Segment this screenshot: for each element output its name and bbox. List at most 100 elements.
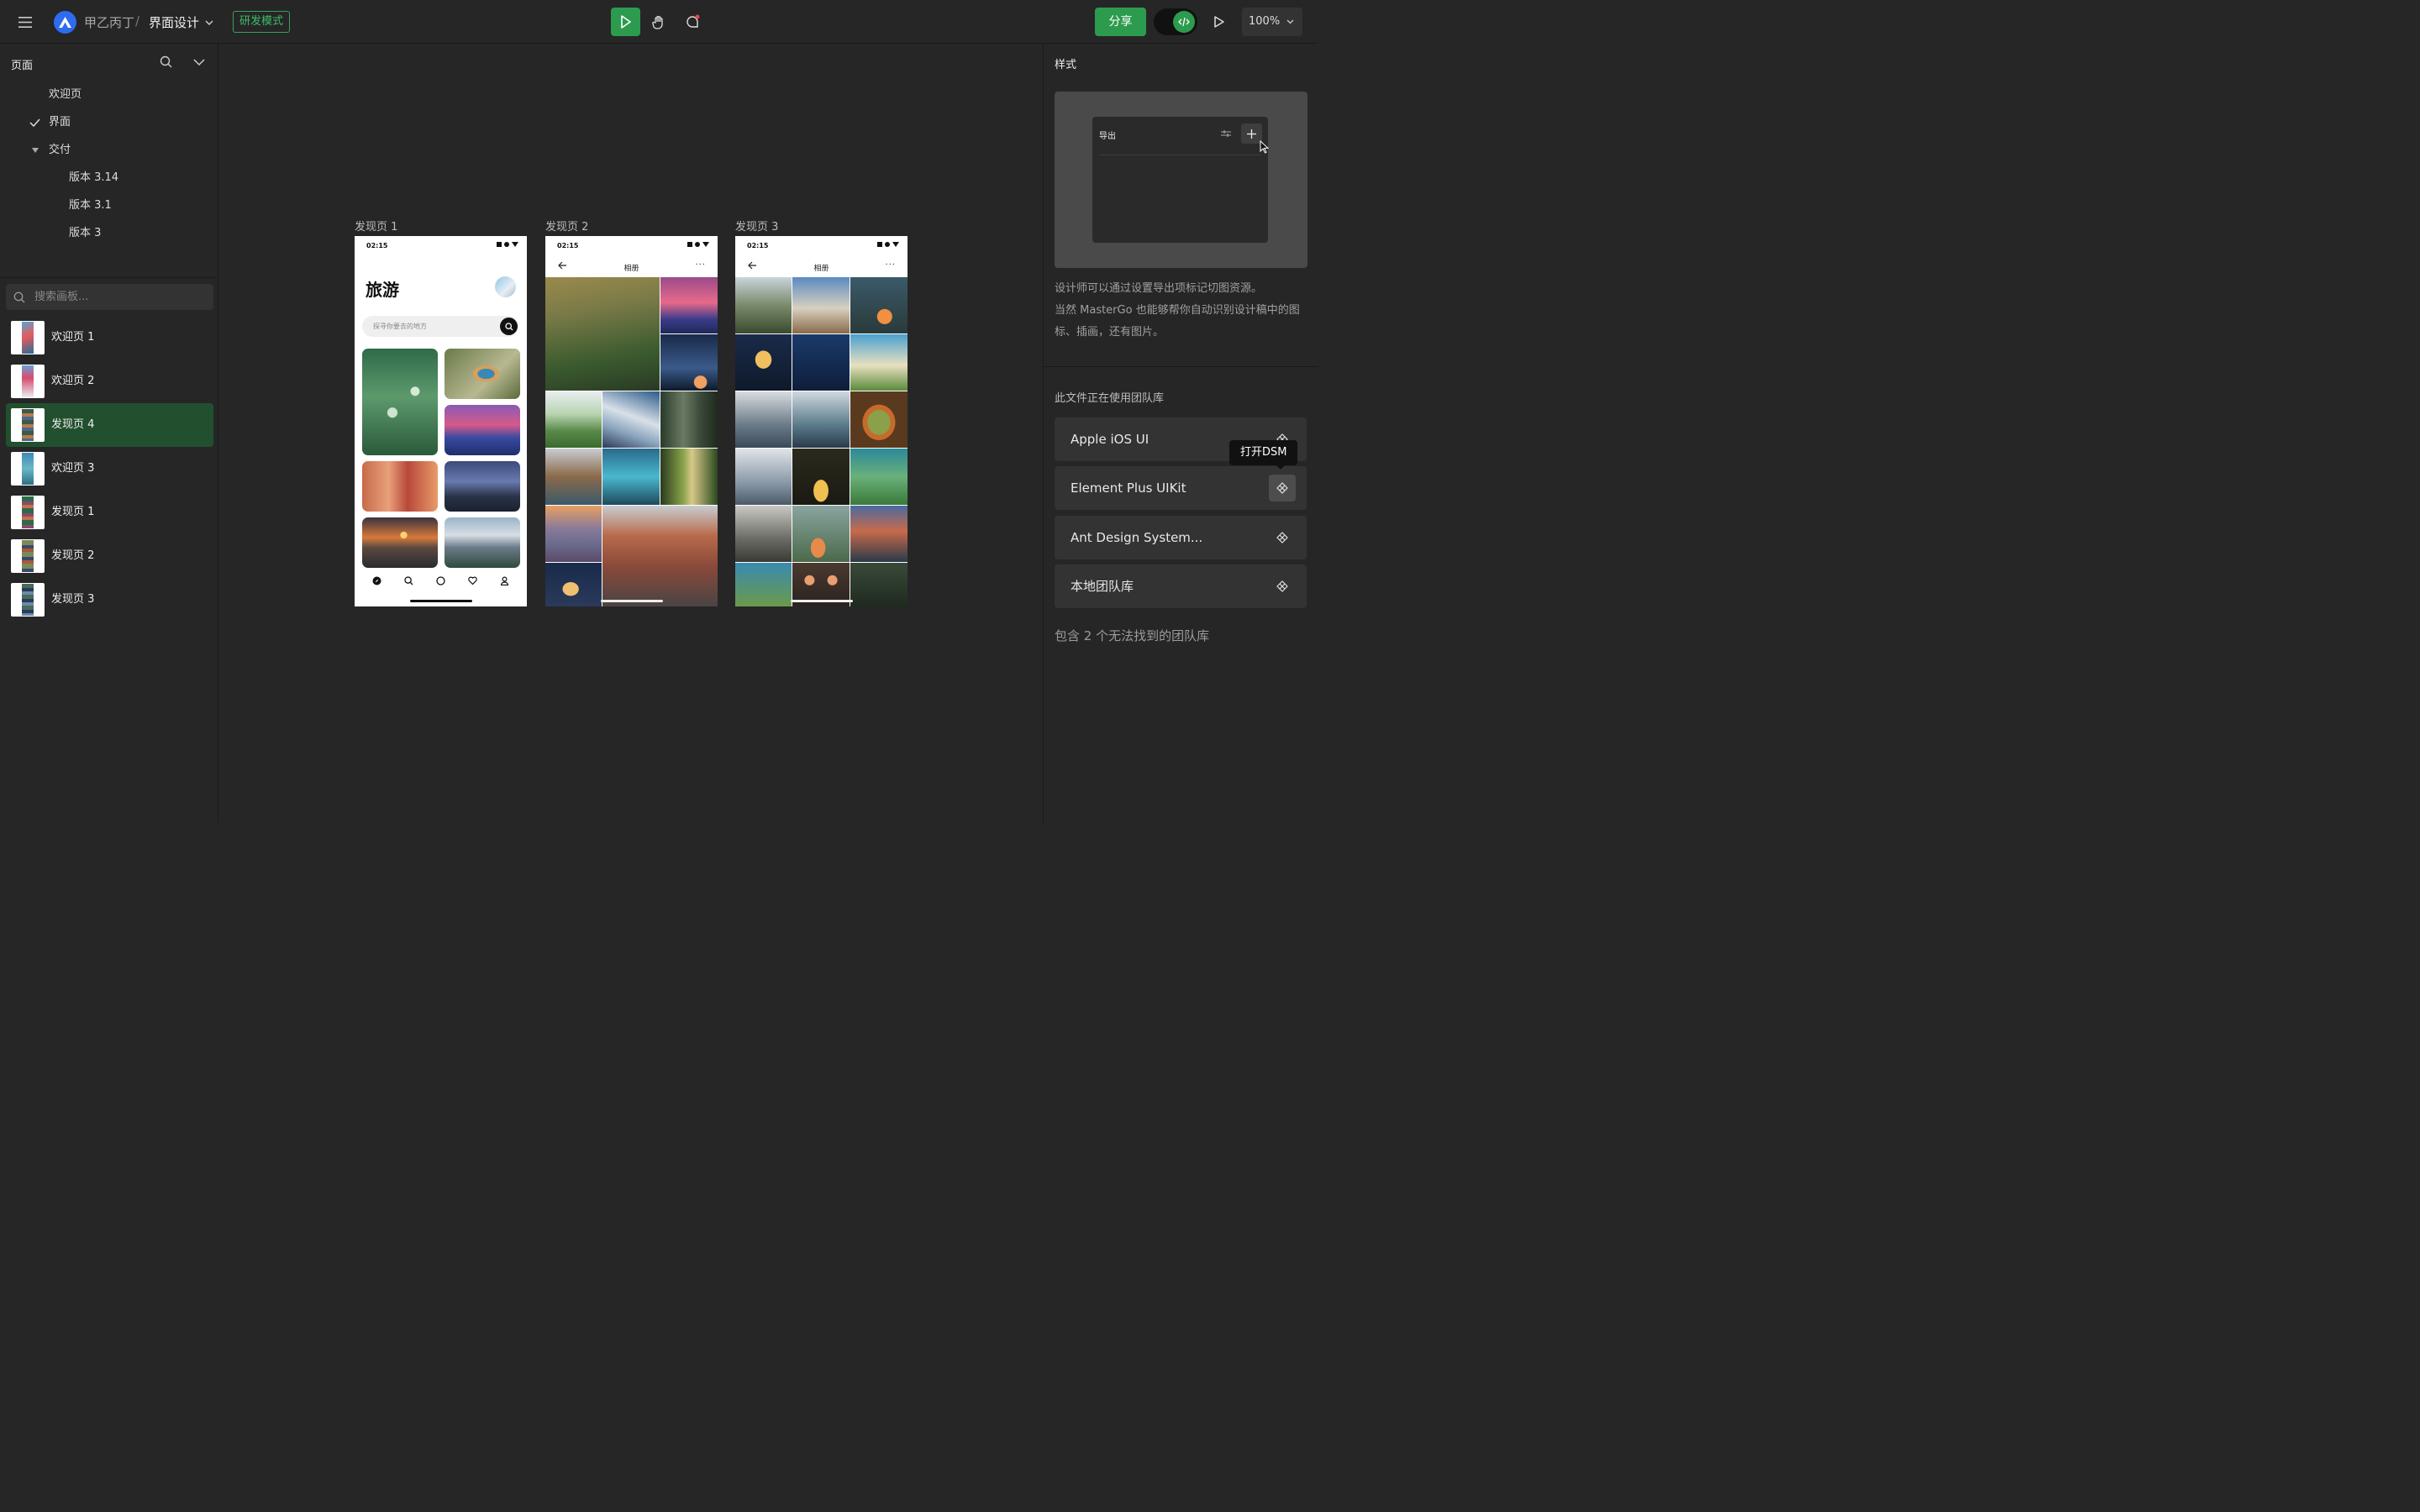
photo xyxy=(660,334,718,391)
board-search-input[interactable] xyxy=(34,284,203,310)
library-item-ant-design-system[interactable]: Ant Design System... xyxy=(1055,516,1307,559)
board-item-label: 欢迎页 3 xyxy=(51,462,95,475)
status-icons xyxy=(687,242,709,247)
app-search-field: 探寻你要去的地方 xyxy=(362,316,518,337)
page-item-version-3-14[interactable]: 版本 3.14 xyxy=(0,165,218,192)
hand-tool-icon xyxy=(651,15,663,29)
board-item-discover-1[interactable]: 发现页 1 xyxy=(6,491,213,534)
photo xyxy=(602,506,718,606)
file-name[interactable]: 界面设计 xyxy=(149,13,199,31)
panel-title: 样式 xyxy=(1055,59,1077,71)
page-item-delivery[interactable]: 交付 xyxy=(0,137,218,164)
comment-tool-button[interactable] xyxy=(677,8,707,36)
play-icon[interactable] xyxy=(1208,12,1230,32)
export-description: 设计师可以通过设置导出项标记切图资源。 当然 MasterGo 也能够帮你自动识… xyxy=(1055,278,1307,344)
board-item-discover-3[interactable]: 发现页 3 xyxy=(6,578,213,622)
photo xyxy=(362,349,438,455)
dsm-icon[interactable] xyxy=(1269,573,1296,600)
layers-panel: 页面 欢迎页 界面 交付 版本 3.14 版本 3.1 版本 3 搜索画板...… xyxy=(0,44,218,823)
board-item-welcome-1[interactable]: 欢迎页 1 xyxy=(6,316,213,360)
search-icon xyxy=(500,318,518,335)
board-item-discover-4[interactable]: 发现页 4 xyxy=(6,403,213,447)
caret-down-icon[interactable] xyxy=(32,148,39,153)
chat-icon xyxy=(435,575,445,585)
frame-discover-1[interactable]: 02:15 旅游 探寻你要去的地方 xyxy=(355,236,527,606)
share-button[interactable]: 分享 xyxy=(1095,8,1146,36)
design-canvas[interactable]: 发现页 1 发现页 2 发现页 3 02:15 旅游 探寻你要去的地方 02:1… xyxy=(219,44,1043,823)
photo xyxy=(792,277,850,333)
avatar xyxy=(495,276,516,297)
dev-mode-toggle[interactable] xyxy=(1154,8,1197,35)
dev-mode-button[interactable]: 研发模式 xyxy=(233,11,291,33)
photo xyxy=(545,277,660,391)
board-thumbnail xyxy=(11,539,45,573)
user-icon xyxy=(499,575,509,585)
top-bar: 甲乙丙丁 / 界面设计 研发模式 分享 100% xyxy=(0,0,1318,44)
page-item-version-3-1[interactable]: 版本 3.1 xyxy=(0,192,218,219)
library-item-element-plus-uikit[interactable]: Element Plus UIKit xyxy=(1055,466,1307,510)
photo xyxy=(660,277,718,333)
team-name[interactable]: 甲乙丙丁 xyxy=(84,13,134,31)
board-item-label: 发现页 3 xyxy=(51,593,95,606)
photo xyxy=(850,563,908,606)
divider xyxy=(0,277,218,278)
page-item-version-3[interactable]: 版本 3 xyxy=(0,220,218,247)
library-item-local[interactable]: 本地团队库 xyxy=(1055,564,1307,608)
board-thumbnail xyxy=(11,452,45,486)
board-item-welcome-3[interactable]: 欢迎页 3 xyxy=(6,447,213,491)
export-preview: 导出 xyxy=(1055,92,1307,268)
frame-label[interactable]: 发现页 3 xyxy=(735,218,778,234)
breadcrumb-separator: / xyxy=(135,13,140,29)
photo xyxy=(660,391,718,448)
libraries-title: 此文件正在使用团队库 xyxy=(1055,392,1165,405)
home-indicator xyxy=(410,600,472,602)
board-item-label: 欢迎页 1 xyxy=(51,331,95,344)
board-item-discover-2[interactable]: 发现页 2 xyxy=(6,534,213,578)
status-time: 02:15 xyxy=(747,242,769,249)
style-panel: 样式 导出 设计师可以通过设置导出项标记切图资源。 当然 MasterGo 也能… xyxy=(1043,44,1318,823)
frame-discover-3[interactable]: 02:15 相册 ··· xyxy=(735,236,908,606)
photo xyxy=(445,461,520,512)
library-name: Element Plus UIKit xyxy=(1071,480,1186,496)
board-item-welcome-2[interactable]: 欢迎页 2 xyxy=(6,360,213,403)
album-title: 相册 xyxy=(813,265,829,273)
photo xyxy=(735,391,792,448)
board-thumbnail xyxy=(11,583,45,617)
frame-label[interactable]: 发现页 2 xyxy=(545,218,588,234)
page-item-label: 界面 xyxy=(49,116,71,129)
search-icon[interactable] xyxy=(160,55,172,71)
library-name: Apple iOS UI xyxy=(1071,432,1150,447)
frame-discover-2[interactable]: 02:15 相册 ··· xyxy=(545,236,718,606)
board-thumbnail xyxy=(11,408,45,442)
home-indicator xyxy=(791,600,853,602)
status-time: 02:15 xyxy=(557,242,579,249)
status-bar: 02:15 xyxy=(545,236,718,256)
page-item-interface[interactable]: 界面 xyxy=(0,109,218,136)
hand-tool-button[interactable] xyxy=(644,8,673,36)
logo-icon[interactable] xyxy=(54,11,76,34)
adjust-icon xyxy=(1221,129,1231,141)
menu-icon[interactable] xyxy=(13,12,37,32)
status-icons xyxy=(497,242,518,247)
frame-label[interactable]: 发现页 1 xyxy=(355,218,397,234)
chevron-down-icon[interactable] xyxy=(205,17,213,29)
tab-bar xyxy=(355,572,527,589)
photo xyxy=(850,449,908,505)
zoom-value: 100% xyxy=(1249,15,1281,28)
zoom-dropdown[interactable]: 100% xyxy=(1242,8,1302,36)
status-icons xyxy=(877,242,899,247)
board-item-label: 发现页 4 xyxy=(51,418,95,431)
move-tool-button[interactable] xyxy=(611,8,640,36)
photo xyxy=(792,449,850,505)
photo xyxy=(850,334,908,391)
status-bar: 02:15 xyxy=(735,236,908,256)
dsm-icon[interactable] xyxy=(1269,524,1296,551)
page-item-label: 版本 3 xyxy=(69,227,102,239)
board-search-box[interactable] xyxy=(6,284,213,310)
more-icon: ··· xyxy=(885,260,896,270)
chevron-down-icon[interactable] xyxy=(193,57,205,70)
dsm-icon[interactable] xyxy=(1269,475,1296,501)
photo xyxy=(735,506,792,562)
status-time: 02:15 xyxy=(366,242,388,249)
page-item-welcome[interactable]: 欢迎页 xyxy=(0,81,218,108)
